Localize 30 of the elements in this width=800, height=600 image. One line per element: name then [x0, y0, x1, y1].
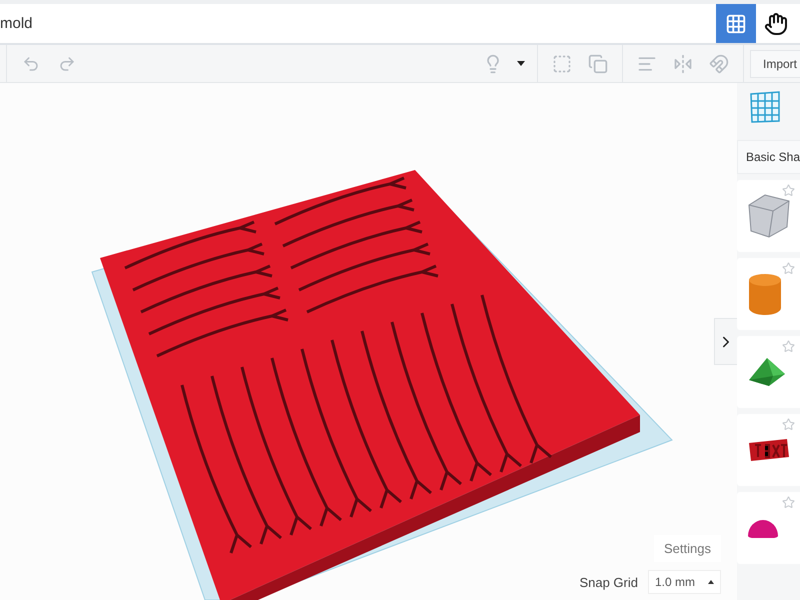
redo-icon: [58, 54, 76, 72]
snap-grid-select[interactable]: 1.0 mm: [648, 570, 721, 594]
favorite-star-icon[interactable]: [782, 262, 795, 275]
shape-card[interactable]: [737, 336, 800, 408]
mirror-icon: [672, 54, 693, 74]
shape-card[interactable]: [737, 414, 800, 486]
favorite-star-icon[interactable]: [782, 418, 795, 431]
caret-up-icon: [708, 580, 714, 584]
collapse-panel-button[interactable]: [714, 318, 737, 365]
import-button[interactable]: Import: [750, 50, 800, 78]
caret-down-icon: [516, 61, 525, 66]
undo-icon: [22, 54, 40, 72]
hand-icon: [764, 12, 788, 36]
cylinder-icon: [747, 272, 783, 316]
roof-icon: [747, 356, 787, 388]
grid-view-button[interactable]: [716, 4, 756, 43]
grid-icon: [725, 12, 747, 34]
ungroup-icon: [588, 54, 608, 74]
snap-grid-label: Snap Grid: [579, 574, 638, 590]
group-icon: [552, 54, 572, 74]
shape-card[interactable]: [737, 492, 800, 564]
text-shape-icon: [747, 437, 791, 463]
cube-icon: [747, 193, 791, 239]
shape-category-select[interactable]: Basic Sha: [737, 140, 800, 174]
favorite-star-icon[interactable]: [782, 184, 795, 197]
favorite-star-icon[interactable]: [782, 496, 795, 509]
magnet-icon: [708, 54, 729, 74]
favorite-star-icon[interactable]: [782, 340, 795, 353]
project-title: mold: [0, 15, 34, 32]
grid-icon[interactable]: [749, 91, 781, 123]
